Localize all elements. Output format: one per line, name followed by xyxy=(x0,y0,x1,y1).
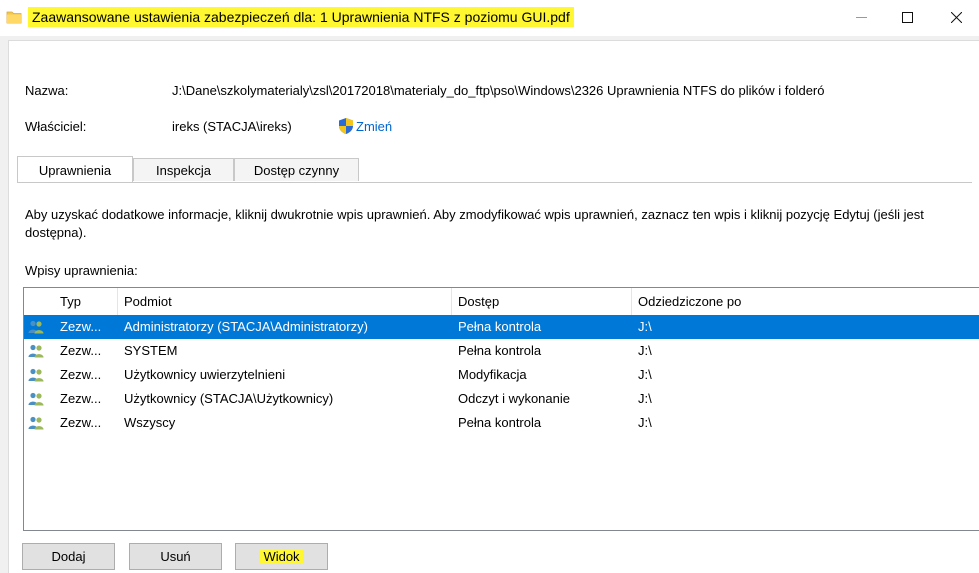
row-access: Pełna kontrola xyxy=(458,415,542,430)
tab-permissions[interactable]: Uprawnienia xyxy=(17,156,133,182)
row-access: Modyfikacja xyxy=(458,367,527,382)
folder-icon xyxy=(6,11,22,24)
users-icon xyxy=(28,368,44,382)
column-header-principal[interactable]: Podmiot xyxy=(118,288,452,315)
table-row[interactable]: Zezw... Administratorzy (STACJA\Administ… xyxy=(24,315,979,339)
row-type: Zezw... xyxy=(60,319,102,334)
row-inherited: J:\ xyxy=(638,343,652,358)
table-row[interactable]: Zezw... Użytkownicy uwierzytelnieni Mody… xyxy=(24,363,979,387)
row-principal: Wszyscy xyxy=(124,415,176,430)
permission-entries-list[interactable]: Typ Podmiot Dostęp Odziedziczone po Zezw… xyxy=(23,287,979,531)
row-principal: Użytkownicy (STACJA\Użytkownicy) xyxy=(124,391,334,406)
maximize-icon xyxy=(901,11,913,23)
view-button-label: Widok xyxy=(260,549,303,564)
users-icon xyxy=(28,320,44,334)
tab-auditing[interactable]: Inspekcja xyxy=(133,158,234,181)
column-header-access[interactable]: Dostęp xyxy=(452,288,632,315)
users-icon xyxy=(28,392,44,406)
row-access: Pełna kontrola xyxy=(458,319,542,334)
tab-divider xyxy=(17,182,972,183)
add-button[interactable]: Dodaj xyxy=(22,543,115,570)
close-button[interactable] xyxy=(934,0,979,34)
table-row[interactable]: Zezw... Wszyscy Pełna kontrola J:\ xyxy=(24,411,979,435)
instructions-text: Aby uzyskać dodatkowe informacje, klikni… xyxy=(25,207,924,240)
column-header-inherited[interactable]: Odziedziczone po xyxy=(632,288,979,315)
row-type: Zezw... xyxy=(60,343,102,358)
owner-label: Właściciel: xyxy=(25,119,87,134)
users-icon xyxy=(28,344,44,358)
row-inherited: J:\ xyxy=(638,391,652,406)
row-type: Zezw... xyxy=(60,367,102,382)
name-value: J:\Dane\szkolymaterialy\zsl\20172018\mat… xyxy=(172,83,825,98)
minimize-icon xyxy=(855,16,867,18)
row-inherited: J:\ xyxy=(638,415,652,430)
row-type: Zezw... xyxy=(60,415,102,430)
column-icon-spacer xyxy=(24,288,54,315)
title-bar: Zaawansowane ustawienia zabezpieczeń dla… xyxy=(0,0,979,36)
row-type: Zezw... xyxy=(60,391,102,406)
window-title: Zaawansowane ustawienia zabezpieczeń dla… xyxy=(28,7,574,27)
permission-entries-label: Wpisy uprawnienia: xyxy=(25,263,138,278)
change-owner-link[interactable]: Zmień xyxy=(356,119,392,134)
name-label: Nazwa: xyxy=(25,83,69,98)
remove-button[interactable]: Usuń xyxy=(129,543,222,570)
row-access: Odczyt i wykonanie xyxy=(458,391,570,406)
column-header-type[interactable]: Typ xyxy=(54,288,118,315)
owner-value: ireks (STACJA\ireks) xyxy=(172,119,292,134)
row-principal: SYSTEM xyxy=(124,343,178,358)
users-icon xyxy=(28,416,44,430)
view-button[interactable]: Widok xyxy=(235,543,328,570)
close-icon xyxy=(951,11,962,23)
tab-effective-access[interactable]: Dostęp czynny xyxy=(234,158,359,181)
dialog-content: Nazwa: J:\Dane\szkolymaterialy\zsl\20172… xyxy=(8,40,979,573)
uac-shield-icon xyxy=(339,118,353,134)
minimize-button[interactable] xyxy=(838,0,884,34)
table-row[interactable]: Zezw... SYSTEM Pełna kontrola J:\ xyxy=(24,339,979,363)
table-row[interactable]: Zezw... Użytkownicy (STACJA\Użytkownicy)… xyxy=(24,387,979,411)
row-access: Pełna kontrola xyxy=(458,343,542,358)
row-principal: Użytkownicy uwierzytelnieni xyxy=(124,367,286,382)
maximize-button[interactable] xyxy=(884,0,930,34)
row-inherited: J:\ xyxy=(638,367,652,382)
list-header: Typ Podmiot Dostęp Odziedziczone po xyxy=(24,288,979,315)
row-inherited: J:\ xyxy=(638,319,652,334)
row-principal: Administratorzy (STACJA\Administratorzy) xyxy=(124,319,368,334)
